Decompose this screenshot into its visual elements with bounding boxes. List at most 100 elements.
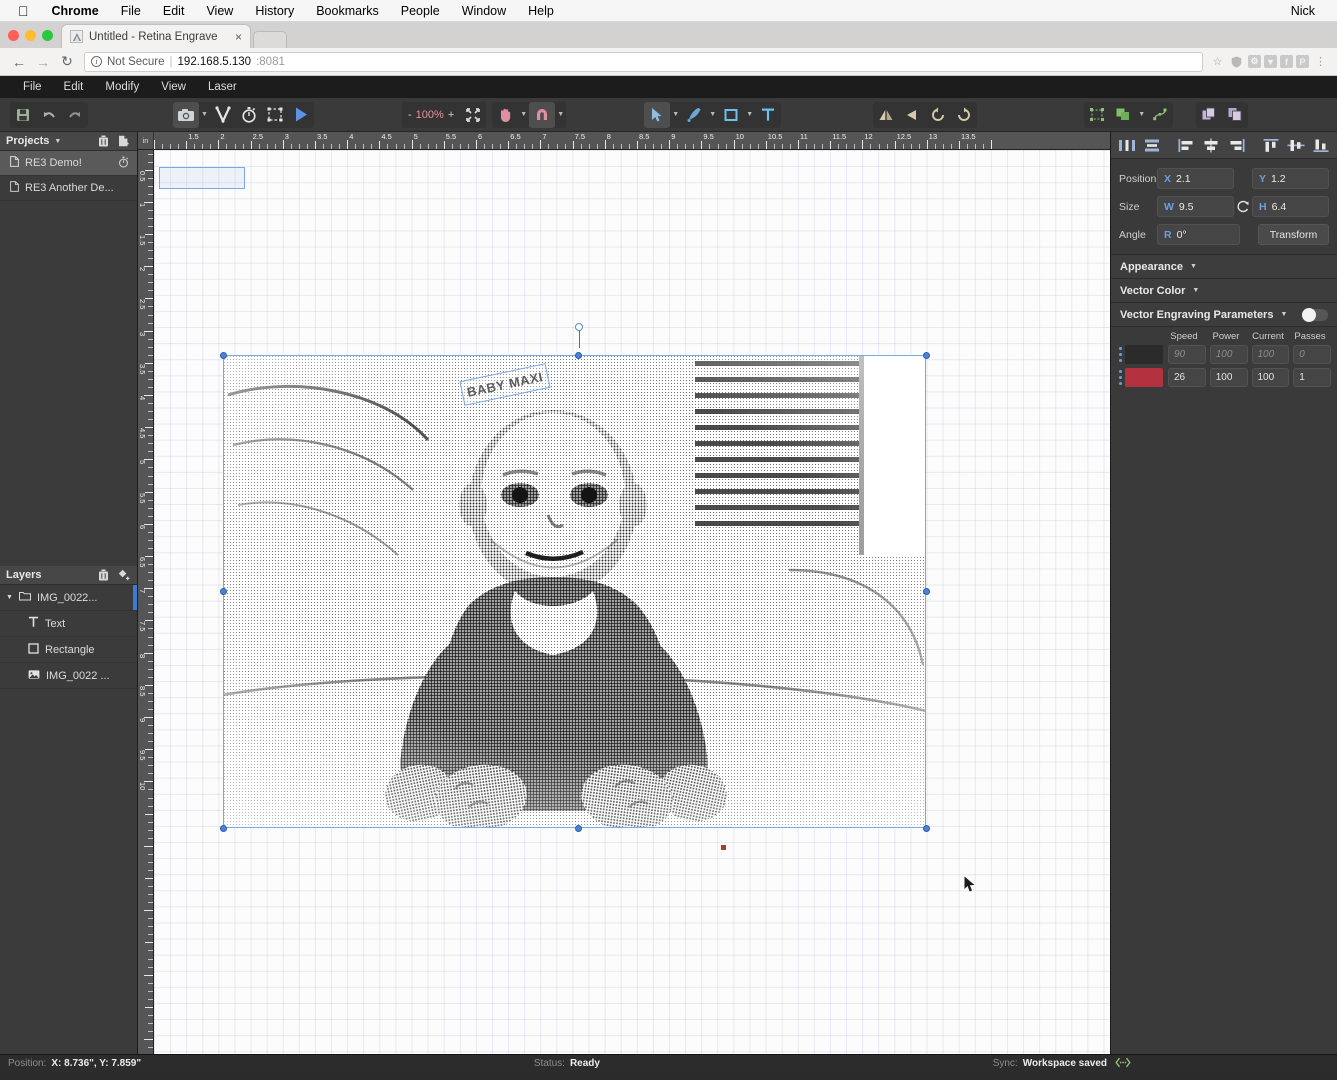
chrome-menu-icon[interactable]: ⋮: [1312, 53, 1329, 70]
align-right-button[interactable]: [1224, 134, 1249, 157]
stopwatch-icon[interactable]: [118, 156, 129, 171]
magnet-snap-tool[interactable]: [529, 102, 555, 128]
chevron-down-icon[interactable]: ▼: [670, 102, 681, 128]
app-menu-laser[interactable]: Laser: [197, 76, 248, 98]
group-button[interactable]: [1084, 102, 1110, 128]
align-center-horizontal-button[interactable]: [1199, 134, 1224, 157]
chevron-down-icon[interactable]: ▼: [707, 102, 718, 128]
speed-value[interactable]: 26: [1168, 368, 1206, 387]
text-tool[interactable]: [755, 102, 781, 128]
browser-tab[interactable]: Untitled - Retina Engrave ×: [61, 24, 251, 48]
menu-help[interactable]: Help: [517, 0, 565, 22]
align-bottom-button[interactable]: [1309, 134, 1334, 157]
app-menu-file[interactable]: File: [12, 76, 53, 98]
table-row[interactable]: 26 100 100 1: [1115, 368, 1331, 387]
ruler-unit-label[interactable]: in: [138, 132, 154, 150]
drag-handle-icon[interactable]: [1115, 347, 1125, 362]
rotate-handle[interactable]: [575, 323, 583, 331]
flip-horizontal-button[interactable]: [873, 102, 899, 128]
table-row[interactable]: 90 100 100 0: [1115, 345, 1331, 364]
resize-handle-middle-left[interactable]: [220, 588, 227, 595]
menu-edit[interactable]: Edit: [152, 0, 196, 22]
menu-window[interactable]: Window: [451, 0, 517, 22]
rectangle-tool[interactable]: [718, 102, 744, 128]
layer-item-text[interactable]: Text: [0, 611, 137, 637]
current-value[interactable]: 100: [1252, 345, 1290, 364]
chevron-down-icon[interactable]: ▼: [54, 138, 61, 145]
menu-chrome[interactable]: Chrome: [41, 0, 110, 22]
reload-icon[interactable]: ↻: [56, 51, 78, 73]
layer-item-group-img0022[interactable]: ▼ IMG_0022...: [0, 585, 137, 611]
path-edit-button[interactable]: [1147, 102, 1173, 128]
color-swatch-black[interactable]: [1125, 345, 1163, 364]
resize-handle-middle-right[interactable]: [923, 588, 930, 595]
close-icon[interactable]: ×: [235, 31, 242, 43]
flip-vertical-button[interactable]: [899, 102, 925, 128]
maximize-window-button[interactable]: [42, 30, 53, 41]
new-document-icon[interactable]: [116, 134, 131, 149]
address-bar[interactable]: i Not Secure | 192.168.5.130 :8081: [84, 52, 1203, 72]
angle-field[interactable]: R 0°: [1157, 224, 1240, 245]
extension-icon[interactable]: ⚙: [1248, 55, 1261, 68]
power-value[interactable]: 100: [1210, 368, 1248, 387]
size-height-field[interactable]: H 6.4: [1252, 196, 1329, 217]
resize-handle-bottom-right[interactable]: [923, 825, 930, 832]
close-window-button[interactable]: [8, 30, 19, 41]
zoom-out-button[interactable]: -: [408, 109, 412, 121]
camera-capture-button[interactable]: [173, 102, 199, 128]
distribute-horizontal-button[interactable]: [1114, 134, 1139, 157]
chevron-down-icon[interactable]: ▼: [555, 102, 566, 128]
app-menu-modify[interactable]: Modify: [94, 76, 150, 98]
pan-hand-tool[interactable]: [492, 102, 518, 128]
chevron-down-icon[interactable]: ▼: [1136, 102, 1147, 128]
align-left-button[interactable]: [1173, 134, 1198, 157]
run-job-button[interactable]: [288, 102, 314, 128]
chevron-down-icon[interactable]: ▼: [199, 102, 210, 128]
back-arrow-icon[interactable]: ←: [8, 51, 30, 73]
menubar-user[interactable]: Nick: [1283, 4, 1329, 18]
resize-handle-bottom-left[interactable]: [220, 825, 227, 832]
align-top-button[interactable]: [1258, 134, 1283, 157]
chevron-down-icon[interactable]: ▼: [518, 102, 529, 128]
chevron-down-icon[interactable]: ▼: [1192, 287, 1199, 294]
horizontal-ruler[interactable]: 1.522.533.544.555.566.577.588.599.51010.…: [154, 132, 1110, 150]
position-y-field[interactable]: Y 1.2: [1252, 168, 1329, 189]
shield-extension-icon[interactable]: [1228, 53, 1245, 70]
minimize-window-button[interactable]: [25, 30, 36, 41]
paste-button[interactable]: [1222, 102, 1248, 128]
bounding-box-button[interactable]: [262, 102, 288, 128]
pocket-extension-icon[interactable]: ▼: [1264, 55, 1277, 68]
save-button[interactable]: [10, 102, 36, 128]
trash-icon[interactable]: [96, 568, 111, 583]
pen-tool[interactable]: [681, 102, 707, 128]
menu-view[interactable]: View: [195, 0, 244, 22]
vector-engraving-toggle[interactable]: [1302, 309, 1328, 321]
position-x-field[interactable]: X 2.1: [1157, 168, 1234, 189]
size-width-field[interactable]: W 9.5: [1157, 196, 1234, 217]
menu-bookmarks[interactable]: Bookmarks: [305, 0, 390, 22]
trash-icon[interactable]: [96, 134, 111, 149]
canvas-partial-rect[interactable]: [159, 167, 245, 189]
drag-handle-icon[interactable]: [1115, 370, 1125, 385]
menu-file[interactable]: File: [110, 0, 152, 22]
chevron-down-icon[interactable]: ▼: [744, 102, 755, 128]
current-value[interactable]: 100: [1252, 368, 1290, 387]
new-tab-button[interactable]: [253, 31, 287, 48]
estimate-time-button[interactable]: [236, 102, 262, 128]
distribute-vertical-button[interactable]: [1139, 134, 1164, 157]
rotate-cw-button[interactable]: [951, 102, 977, 128]
layer-item-rectangle[interactable]: Rectangle: [0, 637, 137, 663]
add-layer-icon[interactable]: [116, 568, 131, 583]
pinterest-extension-icon[interactable]: P: [1296, 55, 1309, 68]
copy-button[interactable]: [1196, 102, 1222, 128]
menu-people[interactable]: People: [390, 0, 451, 22]
transform-button[interactable]: Transform: [1258, 224, 1329, 245]
speed-value[interactable]: 90: [1168, 345, 1206, 364]
redo-button[interactable]: [62, 102, 88, 128]
chevron-down-icon[interactable]: ▼: [6, 594, 13, 601]
app-menu-edit[interactable]: Edit: [53, 76, 95, 98]
boolean-union-button[interactable]: [1110, 102, 1136, 128]
app-menu-view[interactable]: View: [150, 76, 197, 98]
rotate-ccw-button[interactable]: [925, 102, 951, 128]
zoom-in-button[interactable]: +: [448, 109, 454, 121]
